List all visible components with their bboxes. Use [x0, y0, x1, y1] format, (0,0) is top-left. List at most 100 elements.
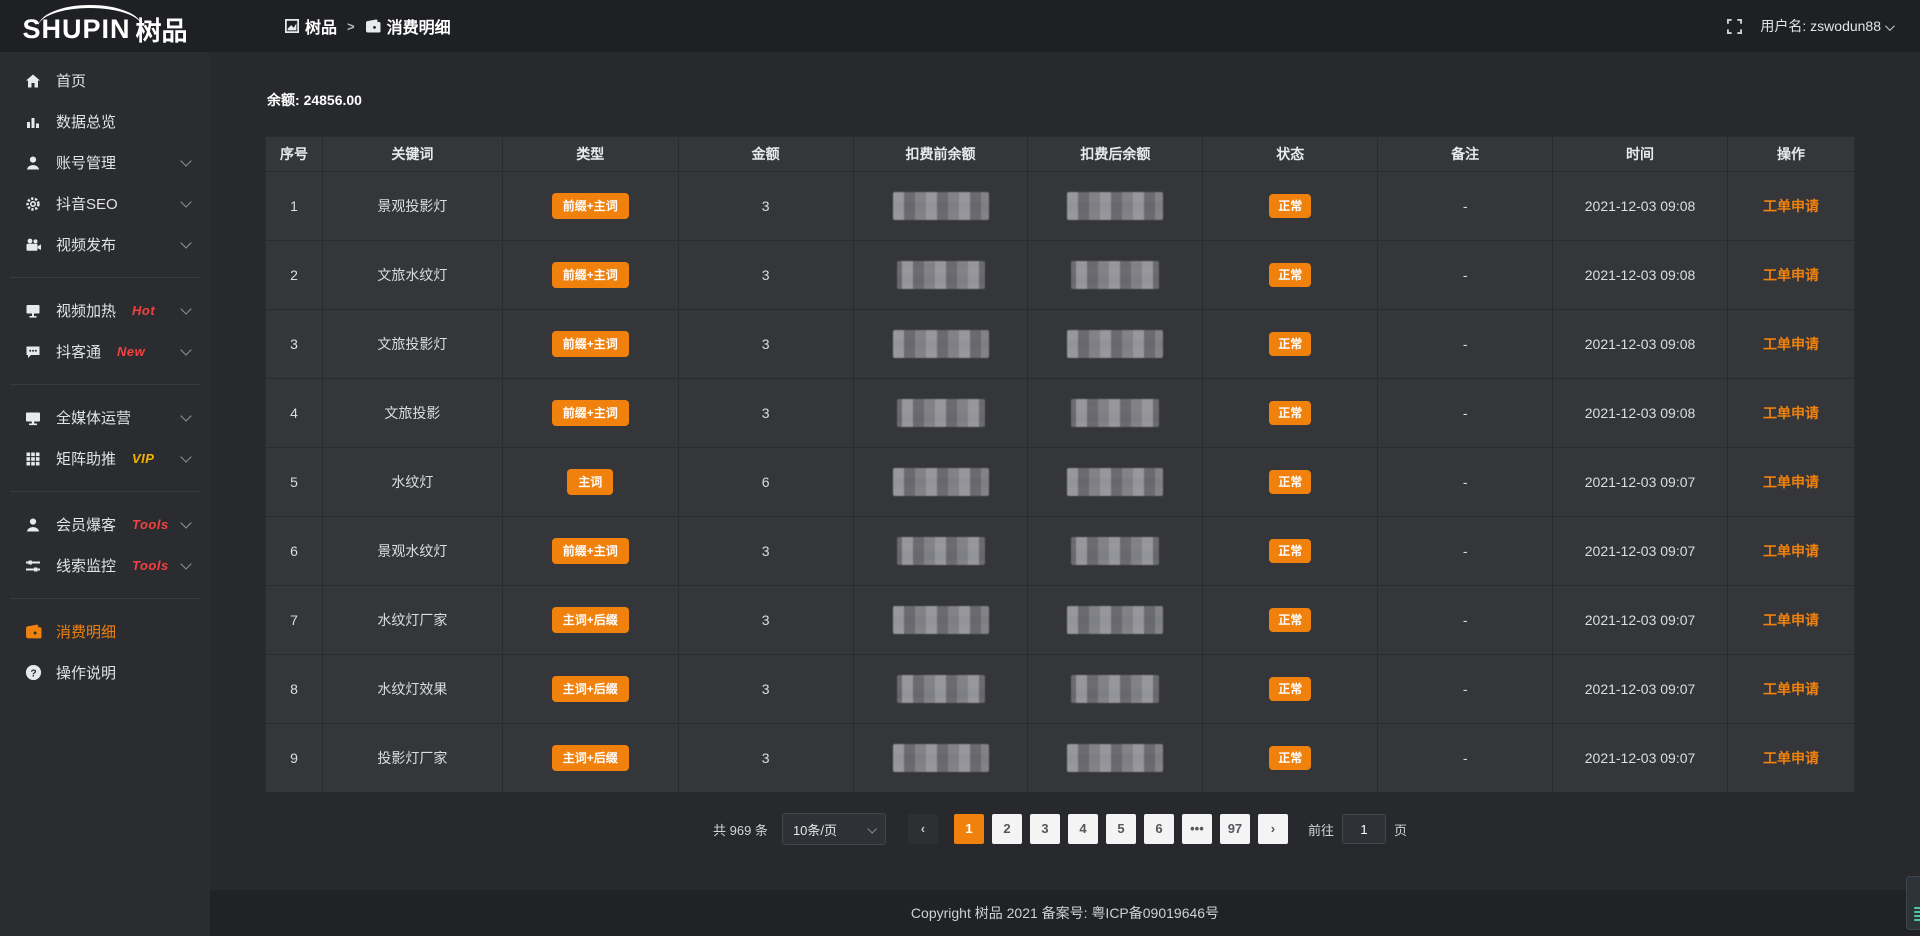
ticket-request-link[interactable]: 工单申请 — [1763, 750, 1819, 766]
table-row: 6景观水纹灯前缀+主词3正常-2021-12-03 09:07工单申请 — [266, 517, 1855, 586]
sidebar-item-线索监控[interactable]: 线索监控Tools — [0, 545, 210, 586]
page-size-select[interactable]: 10条/页 — [782, 813, 886, 845]
column-header: 扣费前余额 — [853, 137, 1028, 172]
ticket-request-link[interactable]: 工单申请 — [1763, 681, 1819, 697]
ticket-request-link[interactable]: 工单申请 — [1763, 543, 1819, 559]
cell-status: 正常 — [1203, 379, 1378, 448]
pagination: 共 969 条10条/页‹123456•••97›前往页 — [265, 813, 1855, 845]
cell-action: 工单申请 — [1727, 310, 1854, 379]
sidebar-item-label: 视频发布 — [56, 234, 116, 255]
copyright-text: Copyright 树品 2021 备案号: 粤ICP备09019646号 — [911, 903, 1219, 923]
cell-balance-after — [1028, 655, 1203, 724]
breadcrumb-separator: > — [347, 19, 355, 34]
ticket-request-link[interactable]: 工单申请 — [1763, 267, 1819, 283]
cell-seq: 6 — [266, 517, 323, 586]
blurred-value — [893, 192, 989, 220]
cell-type: 主词+后缀 — [502, 586, 678, 655]
cell-keyword: 水纹灯厂家 — [322, 586, 502, 655]
ticket-request-link[interactable]: 工单申请 — [1763, 198, 1819, 214]
blurred-value — [897, 675, 985, 703]
dashboard-icon — [285, 17, 299, 35]
next-page-button[interactable]: › — [1258, 814, 1288, 844]
main-area: 余额: 24856.00 序号关键词类型金额扣费前余额扣费后余额状态备注时间操作… — [210, 52, 1920, 936]
sidebar-item-抖客通[interactable]: 抖客通New — [0, 331, 210, 372]
username-value: zswodun88 — [1810, 18, 1881, 34]
cell-balance-before — [853, 379, 1028, 448]
ticket-request-link[interactable]: 工单申请 — [1763, 474, 1819, 490]
chevron-down-icon — [180, 517, 191, 528]
goto-page-input[interactable] — [1342, 814, 1386, 844]
sidebar-item-操作说明[interactable]: ?操作说明 — [0, 652, 210, 693]
status-badge: 正常 — [1269, 332, 1311, 356]
page-button-6[interactable]: 6 — [1144, 814, 1174, 844]
floating-chat-widget[interactable] — [1906, 876, 1920, 930]
blurred-value — [1071, 399, 1159, 427]
cell-seq: 4 — [266, 379, 323, 448]
cell-seq: 8 — [266, 655, 323, 724]
page-button-1[interactable]: 1 — [954, 814, 984, 844]
sidebar-item-badge: Hot — [132, 303, 155, 318]
cell-balance-after — [1028, 724, 1203, 793]
page-button-5[interactable]: 5 — [1106, 814, 1136, 844]
blurred-value — [1067, 330, 1163, 358]
cell-amount: 3 — [678, 310, 853, 379]
ticket-request-link[interactable]: 工单申请 — [1763, 336, 1819, 352]
sidebar-item-视频加热[interactable]: 视频加热Hot — [0, 290, 210, 331]
goto-label: 前往 — [1308, 820, 1334, 839]
fullscreen-icon[interactable] — [1727, 19, 1742, 34]
chevron-down-icon — [180, 344, 191, 355]
column-header: 关键词 — [322, 137, 502, 172]
sidebar-item-矩阵助推[interactable]: 矩阵助推VIP — [0, 438, 210, 479]
sidebar-item-视频发布[interactable]: 视频发布 — [0, 224, 210, 265]
sidebar-divider — [10, 384, 200, 385]
cell-time: 2021-12-03 09:07 — [1553, 448, 1728, 517]
ticket-request-link[interactable]: 工单申请 — [1763, 405, 1819, 421]
cell-amount: 3 — [678, 172, 853, 241]
chevron-down-icon — [180, 303, 191, 314]
cell-status: 正常 — [1203, 724, 1378, 793]
sidebar-item-消费明细[interactable]: 消费明细 — [0, 611, 210, 652]
cell-time: 2021-12-03 09:08 — [1553, 310, 1728, 379]
cell-balance-before — [853, 448, 1028, 517]
cell-remark: - — [1378, 310, 1553, 379]
cell-time: 2021-12-03 09:08 — [1553, 379, 1728, 448]
ticket-request-link[interactable]: 工单申请 — [1763, 612, 1819, 628]
cell-status: 正常 — [1203, 517, 1378, 586]
monitor-icon — [24, 410, 42, 426]
page-button-97[interactable]: 97 — [1220, 814, 1250, 844]
cell-action: 工单申请 — [1727, 448, 1854, 517]
cell-time: 2021-12-03 09:07 — [1553, 517, 1728, 586]
sidebar-item-首页[interactable]: 首页 — [0, 60, 210, 101]
cell-remark: - — [1378, 448, 1553, 517]
page-button-3[interactable]: 3 — [1030, 814, 1060, 844]
blurred-value — [893, 606, 989, 634]
cell-type: 前缀+主词 — [502, 310, 678, 379]
cell-type: 前缀+主词 — [502, 379, 678, 448]
cell-remark: - — [1378, 379, 1553, 448]
sidebar-item-数据总览[interactable]: 数据总览 — [0, 101, 210, 142]
balance-line: 余额: 24856.00 — [267, 90, 1855, 110]
cell-balance-after — [1028, 241, 1203, 310]
sidebar-item-全媒体运营[interactable]: 全媒体运营 — [0, 397, 210, 438]
sidebar-item-会员爆客[interactable]: 会员爆客Tools — [0, 504, 210, 545]
user-menu[interactable]: 用户名: zswodun88 — [1760, 16, 1892, 36]
cell-balance-before — [853, 241, 1028, 310]
breadcrumb-root[interactable]: 树品 — [285, 14, 337, 38]
sidebar-item-label: 会员爆客 — [56, 514, 116, 535]
cell-seq: 1 — [266, 172, 323, 241]
page-button-2[interactable]: 2 — [992, 814, 1022, 844]
page-button-•••[interactable]: ••• — [1182, 814, 1212, 844]
blurred-value — [893, 744, 989, 772]
help-icon: ? — [24, 664, 42, 681]
column-header: 时间 — [1553, 137, 1728, 172]
sidebar-item-账号管理[interactable]: 账号管理 — [0, 142, 210, 183]
cell-keyword: 文旅水纹灯 — [322, 241, 502, 310]
prev-page-button[interactable]: ‹ — [908, 814, 938, 844]
page-button-4[interactable]: 4 — [1068, 814, 1098, 844]
cell-balance-after — [1028, 379, 1203, 448]
cell-type: 主词+后缀 — [502, 655, 678, 724]
sidebar-item-抖音SEO[interactable]: 抖音SEO — [0, 183, 210, 224]
type-badge: 前缀+主词 — [552, 193, 629, 219]
pagination-total: 共 969 条 — [713, 820, 768, 839]
sidebar-item-label: 抖客通 — [56, 341, 101, 362]
